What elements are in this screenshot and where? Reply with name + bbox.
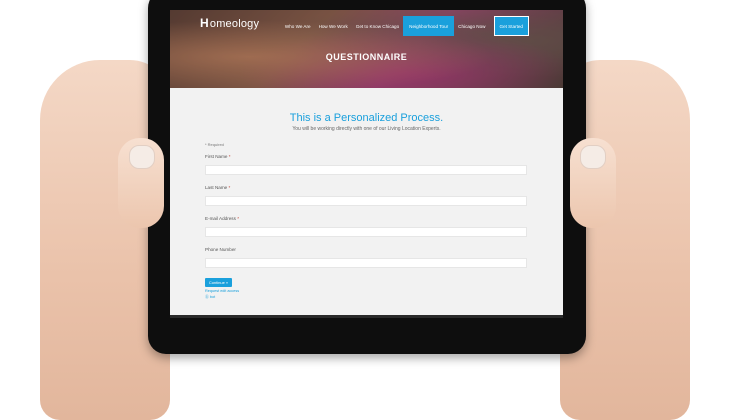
- questionnaire-form: This is a Personalized Process. You will…: [170, 88, 563, 315]
- email-label: E-mail Address *: [205, 216, 239, 221]
- right-thumbnail: [580, 145, 606, 169]
- phone-field[interactable]: [205, 258, 527, 268]
- required-star: *: [228, 185, 231, 190]
- logo-mark: H: [200, 16, 209, 30]
- first-name-field[interactable]: [205, 165, 527, 175]
- main-nav: Who We Are How We Work Get to Know Chica…: [281, 16, 529, 36]
- required-note: * Required: [205, 142, 224, 147]
- tablet-screen: Homeology Who We Are How We Work Get to …: [170, 10, 563, 315]
- nav-who-we-are[interactable]: Who We Are: [281, 16, 315, 36]
- email-field[interactable]: [205, 227, 527, 237]
- phone-label: Phone Number: [205, 247, 236, 252]
- first-name-label: First Name *: [205, 154, 231, 159]
- form-headline: This is a Personalized Process.: [289, 112, 444, 124]
- logo-text: omeology: [209, 18, 260, 30]
- bot-link[interactable]: Ⓖ bot: [205, 295, 215, 300]
- field-label-text: Phone Number: [205, 247, 236, 252]
- hero-banner: Homeology Who We Are How We Work Get to …: [170, 10, 563, 88]
- left-thumbnail: [129, 145, 155, 169]
- page-title: QUESTIONNAIRE: [325, 52, 408, 62]
- nav-how-we-work[interactable]: How We Work: [315, 16, 352, 36]
- field-label-text: First Name: [205, 154, 228, 159]
- last-name-label: Last Name *: [205, 185, 230, 190]
- form-subline: You will be working directly with one of…: [292, 126, 441, 132]
- nav-neighborhood-tour[interactable]: Neighborhood Tour: [403, 16, 455, 36]
- last-name-field[interactable]: [205, 196, 527, 206]
- request-edit-access-link[interactable]: Request edit access: [205, 289, 239, 293]
- field-label-text: E-mail Address: [205, 216, 236, 221]
- get-started-button[interactable]: Get Started: [493, 16, 529, 36]
- field-label-text: Last Name: [205, 185, 228, 190]
- required-star: *: [237, 216, 239, 221]
- site-logo[interactable]: Homeology: [200, 16, 259, 30]
- required-star: *: [228, 154, 231, 159]
- continue-button[interactable]: Continue »: [205, 278, 232, 287]
- nav-chicago-now[interactable]: Chicago Now: [454, 16, 489, 36]
- screen-bottom-edge: [170, 315, 563, 318]
- nav-get-to-know-chicago[interactable]: Get to Know Chicago: [352, 16, 403, 36]
